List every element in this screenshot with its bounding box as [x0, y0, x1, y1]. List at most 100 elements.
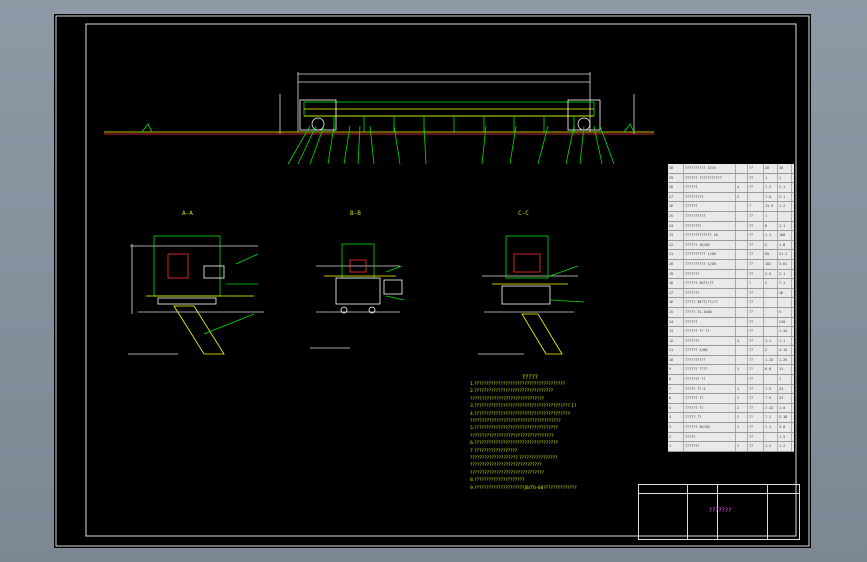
table-cell — [736, 211, 748, 221]
table-cell: 2.1 — [778, 183, 792, 192]
table-cell — [736, 298, 748, 307]
table-cell: ????? ?? — [684, 413, 736, 423]
section-label-c-c: C-C — [518, 210, 529, 217]
table-row: 8??????? ???? 1 — [668, 375, 794, 385]
table-cell: ?????????? — [684, 355, 736, 365]
table-cell: ????? — [684, 432, 736, 442]
table-cell: 2 — [736, 192, 748, 202]
table-cell — [736, 432, 748, 442]
table-cell: 2 — [736, 442, 748, 451]
table-cell — [764, 298, 778, 307]
table-cell: ????????? — [684, 192, 736, 202]
cad-drawing-viewport[interactable]: A-A B-B C-C ????? 1.????????????????????… — [54, 14, 811, 548]
table-cell — [764, 288, 778, 298]
table-row: 29?????? ????????????? 1 1 — [668, 173, 794, 184]
table-cell — [764, 327, 778, 336]
table-cell: 1.5 — [778, 432, 792, 442]
table-cell: ?? — [748, 327, 764, 336]
table-row: 12??????? 4?? 1.1 1.1 — [668, 336, 794, 347]
table-cell: ?????????? — [684, 211, 736, 221]
table-cell — [736, 346, 748, 355]
table-cell — [736, 355, 748, 365]
table-cell: 7.9 — [764, 384, 778, 394]
table-cell: 2 — [736, 394, 748, 403]
table-cell: ?? — [748, 394, 764, 403]
table-cell: 7 — [668, 384, 684, 394]
table-cell: 11 — [668, 346, 684, 355]
table-cell — [736, 202, 748, 211]
table-cell: ?? — [748, 413, 764, 423]
table-cell: 3.0 — [778, 423, 792, 432]
table-cell — [736, 307, 748, 317]
table-cell — [736, 250, 748, 259]
table-cell: 2 — [764, 279, 778, 288]
note-line: 1.?????????????????????????????????????? — [470, 382, 566, 387]
table-cell: 1.2 — [764, 442, 778, 451]
table-cell: 30 — [668, 164, 684, 173]
table-cell: 6 — [668, 394, 684, 403]
table-cell: ?? — [748, 231, 764, 240]
table-cell: ??????? — [684, 442, 736, 451]
table-cell: 4.13 — [778, 346, 792, 355]
table-cell: ?? — [748, 259, 764, 269]
table-cell: 25 — [668, 211, 684, 221]
table-cell: ?????? 30/30 — [684, 423, 736, 432]
table-cell: 8 — [764, 221, 778, 231]
table-cell — [764, 317, 778, 327]
table-row: 30?????????? 15/6?? 20 16 — [668, 164, 794, 174]
table-cell: 9 — [668, 365, 684, 375]
table-cell: 1.8 — [778, 240, 792, 250]
table-cell: 7.42 — [764, 403, 778, 413]
table-row: 22?????? 16/06?? 2 1.8 — [668, 240, 794, 251]
table-cell — [736, 164, 748, 173]
table-cell: 7.0 — [764, 192, 778, 202]
table-cell: ?????????? 1/06 — [684, 259, 736, 269]
table-cell: 1 — [668, 442, 684, 451]
table-cell: 1.25 — [778, 355, 792, 365]
table-cell: 4 — [668, 413, 684, 423]
table-cell — [736, 221, 748, 231]
table-cell — [778, 298, 792, 307]
table-cell: 2 — [764, 346, 778, 355]
table-cell: ?????? ?? — [684, 403, 736, 413]
table-cell: 23 — [778, 384, 792, 394]
table-row: 17????????? 16 — [668, 288, 794, 299]
table-cell: ?? — [748, 432, 764, 442]
title-block: ??????? — [638, 484, 800, 540]
table-cell: 1.1 — [778, 221, 792, 231]
table-cell: ?????????? 1/06 — [684, 250, 736, 259]
table-cell: ????? ??-5 — [684, 384, 736, 394]
table-cell: 2 — [736, 423, 748, 432]
table-cell: 1 — [736, 365, 748, 375]
table-cell: ?? — [748, 317, 764, 327]
table-cell: 22 — [668, 240, 684, 250]
table-cell: 29 — [668, 173, 684, 183]
table-cell: 8 — [668, 375, 684, 384]
section-c-c-view — [478, 235, 585, 355]
table-cell: 1.1 — [764, 231, 778, 240]
table-cell: ?????? — [684, 317, 736, 327]
section-b-b-view — [310, 243, 405, 349]
table-cell: 27 — [668, 192, 684, 202]
table-row: 7????? ??-5 1?? 7.9 23 — [668, 384, 794, 395]
table-cell: ?? — [748, 384, 764, 394]
notes-lines: 1.??????????????????????????????????????… — [470, 381, 640, 492]
table-cell: ?? — [748, 346, 764, 355]
table-cell: ?? — [748, 288, 764, 298]
table-row: 13?????? ?? ???? 1.44 — [668, 327, 794, 337]
table-cell: 7.9 — [764, 394, 778, 403]
table-cell — [736, 288, 748, 298]
table-row: 28?????? 4?? 7.2 2.1 — [668, 183, 794, 193]
table-cell: 24 — [668, 221, 684, 231]
table-cell: ????? 30??/??/?? — [684, 298, 736, 307]
table-cell: 6.6 — [764, 365, 778, 375]
note-line: 5.??????????????????????????????????? — [470, 426, 558, 432]
table-cell: ????? 31-1400 — [684, 307, 736, 317]
table-cell — [736, 231, 748, 240]
technical-notes: ????? 1.????????????????????????????????… — [470, 374, 640, 492]
table-cell: 7.1 — [778, 279, 792, 288]
note-line: ???????????????????? ???????????????? — [470, 456, 558, 462]
table-cell: 23 — [778, 394, 792, 403]
table-cell: ?????? ?? ?? — [684, 327, 736, 336]
table-cell: 1.1 — [764, 336, 778, 346]
